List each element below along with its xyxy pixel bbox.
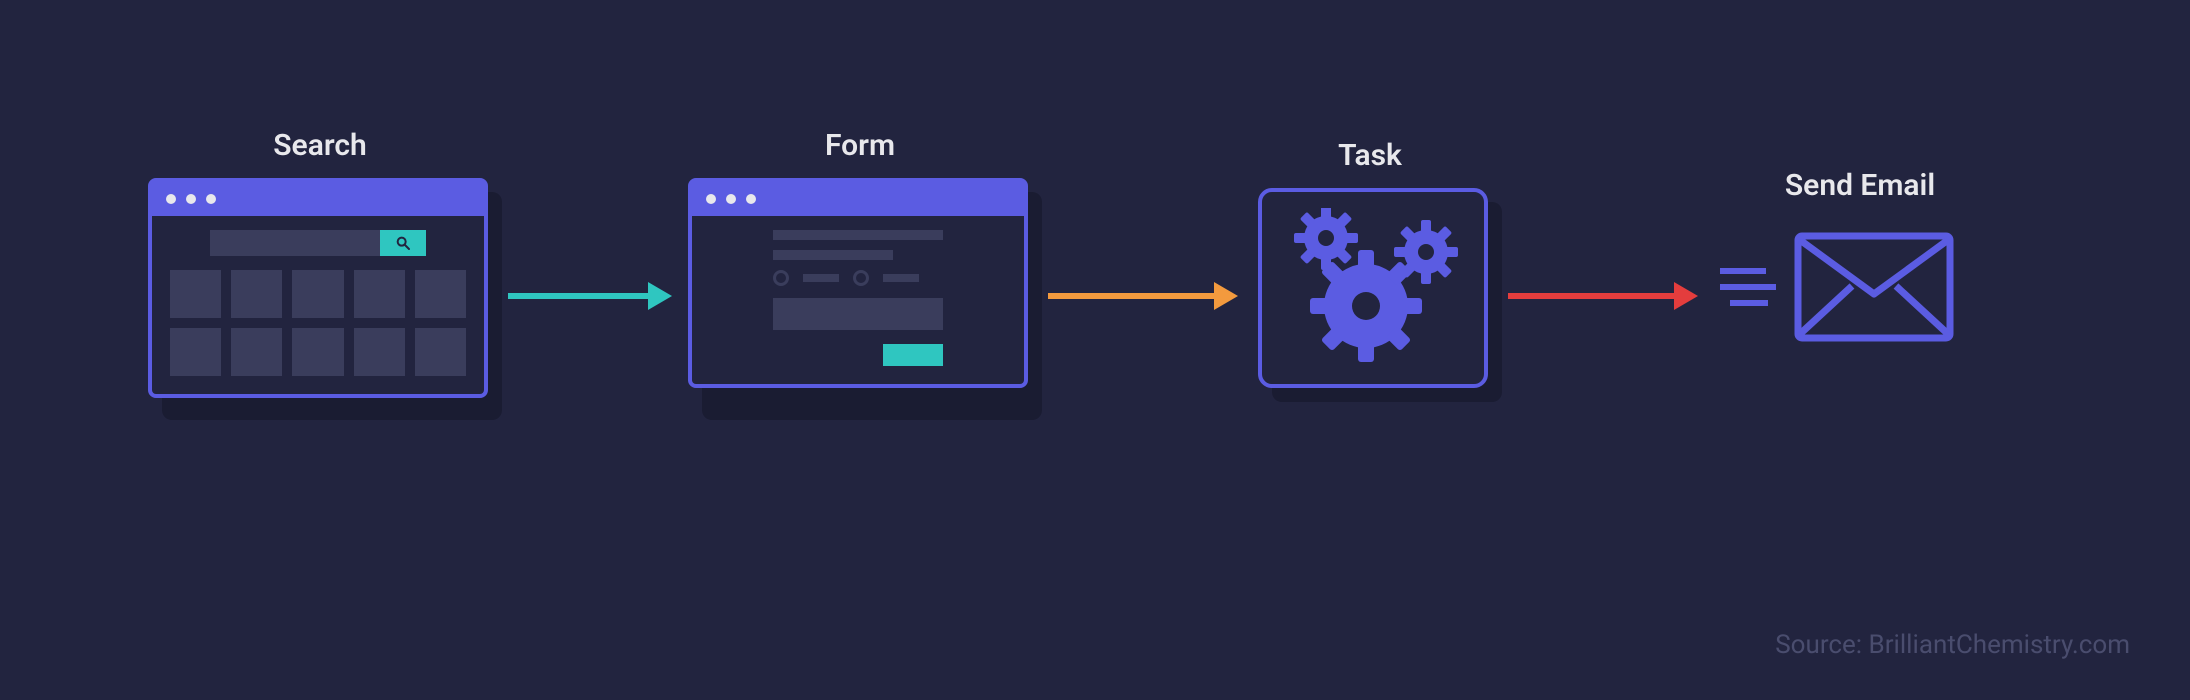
window-dot-icon bbox=[166, 194, 176, 204]
result-tile bbox=[231, 270, 282, 318]
result-tile bbox=[231, 328, 282, 376]
radio-label-placeholder bbox=[803, 274, 839, 282]
result-tile bbox=[170, 328, 221, 376]
search-window bbox=[148, 178, 488, 398]
radio-label-placeholder bbox=[883, 274, 919, 282]
envelope-icon bbox=[1794, 232, 1954, 342]
form-line bbox=[773, 250, 893, 260]
radio-icon bbox=[853, 270, 869, 286]
form-submit-button bbox=[883, 344, 943, 366]
window-dot-icon bbox=[206, 194, 216, 204]
arrow-form-to-task bbox=[1048, 282, 1238, 310]
window-titlebar bbox=[692, 182, 1024, 216]
search-button bbox=[380, 230, 426, 256]
result-tile bbox=[292, 270, 343, 318]
form-fields bbox=[773, 230, 943, 366]
form-radio-row bbox=[773, 270, 943, 286]
source-credit: Source: BrilliantChemistry.com bbox=[1775, 630, 2130, 660]
result-tile bbox=[415, 328, 466, 376]
radio-icon bbox=[773, 270, 789, 286]
step-label-search: Search bbox=[220, 128, 420, 163]
window-dot-icon bbox=[186, 194, 196, 204]
gears-icon bbox=[1278, 208, 1468, 368]
arrow-search-to-form bbox=[508, 282, 672, 310]
workflow-diagram: Search Form Task Send Email bbox=[0, 0, 2190, 700]
search-input-placeholder bbox=[210, 230, 380, 256]
result-tile bbox=[415, 270, 466, 318]
send-email-icon-group bbox=[1720, 232, 1954, 342]
window-dot-icon bbox=[706, 194, 716, 204]
arrow-task-to-email bbox=[1508, 282, 1698, 310]
result-tile bbox=[354, 270, 405, 318]
window-dot-icon bbox=[726, 194, 736, 204]
step-label-form: Form bbox=[760, 128, 960, 163]
results-grid bbox=[170, 270, 466, 376]
window-dot-icon bbox=[746, 194, 756, 204]
step-label-email: Send Email bbox=[1730, 168, 1990, 203]
form-window bbox=[688, 178, 1028, 388]
result-tile bbox=[170, 270, 221, 318]
task-panel bbox=[1258, 188, 1488, 388]
result-tile bbox=[354, 328, 405, 376]
form-line bbox=[773, 230, 943, 240]
step-label-task: Task bbox=[1270, 138, 1470, 173]
magnifier-icon bbox=[395, 235, 411, 251]
result-tile bbox=[292, 328, 343, 376]
motion-lines-icon bbox=[1720, 268, 1776, 306]
form-textarea-placeholder bbox=[773, 298, 943, 330]
window-titlebar bbox=[152, 182, 484, 216]
